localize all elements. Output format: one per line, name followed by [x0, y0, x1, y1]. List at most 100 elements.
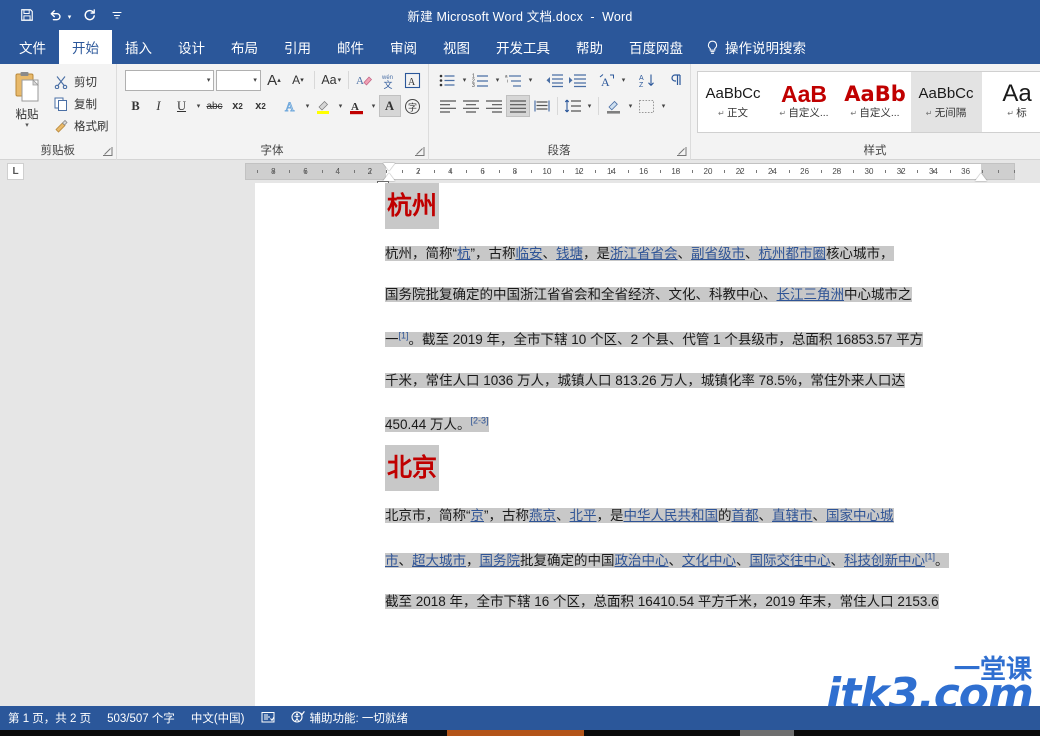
- document-link[interactable]: 国务院: [480, 553, 521, 568]
- multilevel-list-dropdown-icon[interactable]: ▾: [526, 69, 535, 91]
- tell-me-search[interactable]: 操作说明搜索: [696, 30, 816, 64]
- document-link[interactable]: 首都: [732, 508, 759, 523]
- document-link[interactable]: 钱塘: [556, 246, 583, 261]
- document-link[interactable]: 杭: [457, 246, 471, 261]
- shading-icon[interactable]: [603, 95, 625, 117]
- clear-formatting-icon[interactable]: A: [353, 69, 375, 91]
- right-indent-marker[interactable]: [975, 173, 987, 181]
- font-dialog-launcher-icon[interactable]: [414, 146, 425, 157]
- taskbar-item-2[interactable]: [740, 730, 794, 736]
- asian-layout-icon[interactable]: A: [596, 69, 618, 91]
- status-proofing[interactable]: [261, 710, 275, 727]
- tab-mailings[interactable]: 邮件: [324, 30, 377, 64]
- tab-view[interactable]: 视图: [430, 30, 483, 64]
- text-effects-icon[interactable]: A: [280, 95, 302, 117]
- reference-mark[interactable]: [2-3]: [471, 416, 489, 426]
- font-color-icon[interactable]: A: [346, 95, 368, 117]
- strikethrough-icon[interactable]: abc: [204, 95, 226, 117]
- document-link[interactable]: 长江三角洲: [777, 287, 845, 302]
- document-link[interactable]: 国家中心城: [826, 508, 894, 523]
- reference-mark[interactable]: [1]: [399, 330, 409, 340]
- tab-help[interactable]: 帮助: [563, 30, 616, 64]
- tab-review[interactable]: 审阅: [377, 30, 430, 64]
- document-line[interactable]: 国务院批复确定的中国浙江省省会和全省经济、文化、科教中心、长江三角洲中心城市之: [385, 274, 1025, 315]
- font-size-input[interactable]: ▾: [216, 69, 261, 91]
- italic-icon[interactable]: I: [148, 95, 170, 117]
- document-link[interactable]: 科技创新中心: [844, 553, 925, 568]
- document-link[interactable]: 北平: [570, 508, 597, 523]
- tab-selector-button[interactable]: L: [7, 163, 24, 180]
- document-line[interactable]: 千米，常住人口 1036 万人，城镇人口 813.26 万人，城镇化率 78.5…: [385, 360, 1025, 401]
- status-word-count[interactable]: 503/507 个字: [107, 710, 175, 726]
- horizontal-ruler[interactable]: 864224681012141618202224262830323436: [245, 163, 1015, 188]
- line-spacing-dropdown-icon[interactable]: ▾: [585, 95, 594, 117]
- bold-icon[interactable]: B: [125, 95, 147, 117]
- style-item-custom-2[interactable]: AaBb 自定义...: [840, 72, 911, 132]
- numbering-dropdown-icon[interactable]: ▾: [493, 69, 502, 91]
- phonetic-guide-icon[interactable]: wén 文: [377, 69, 399, 91]
- document-link[interactable]: 副省级市: [691, 246, 745, 261]
- selected-text[interactable]: 北京市，简称“京”，古称燕京、北平，是中华人民共和国的首都、直辖市、国家中心城: [385, 508, 894, 523]
- line-spacing-icon[interactable]: [562, 95, 584, 117]
- sort-icon[interactable]: AZ: [636, 69, 658, 91]
- document-line[interactable]: 市、超大城市，国务院批复确定的中国政治中心、文化中心、国际交往中心、科技创新中心…: [385, 536, 1025, 581]
- document-area[interactable]: 杭州杭州，简称“杭”，古称临安、钱塘，是浙江省省会、副省级市、杭州都市圈核心城市…: [0, 183, 1040, 706]
- borders-dropdown-icon[interactable]: ▾: [659, 95, 668, 117]
- underline-icon[interactable]: U: [171, 95, 193, 117]
- hanging-indent-marker[interactable]: [383, 173, 395, 181]
- align-right-icon[interactable]: [483, 95, 505, 117]
- document-heading-line[interactable]: 北京: [385, 445, 1025, 495]
- cut-button[interactable]: 剪切: [50, 72, 112, 91]
- font-name-dropdown-icon[interactable]: ▾: [207, 76, 211, 84]
- style-item-no-spacing[interactable]: AaBbCc 无间隔: [910, 72, 982, 132]
- align-center-icon[interactable]: [460, 95, 482, 117]
- increase-indent-icon[interactable]: [566, 69, 588, 91]
- document-heading[interactable]: 杭州: [385, 183, 440, 229]
- show-marks-icon[interactable]: [666, 69, 688, 91]
- document-heading[interactable]: 北京: [385, 445, 440, 491]
- multilevel-list-icon[interactable]: ai: [503, 69, 525, 91]
- document-line[interactable]: 一[1]。截至 2019 年，全市下辖 10 个区、2 个县、代管 1 个县级市…: [385, 315, 1025, 360]
- reference-mark[interactable]: [1]: [925, 551, 935, 561]
- asian-layout-dropdown-icon[interactable]: ▾: [619, 69, 628, 91]
- text-highlight-dropdown-icon[interactable]: ▾: [336, 95, 345, 117]
- text-effects-dropdown-icon[interactable]: ▾: [303, 95, 312, 117]
- document-line[interactable]: 北京市，简称“京”，古称燕京、北平，是中华人民共和国的首都、直辖市、国家中心城: [385, 495, 1025, 536]
- style-item-heading[interactable]: Aa 标: [982, 72, 1040, 132]
- document-link[interactable]: 浙江省省会: [610, 246, 678, 261]
- character-border-icon[interactable]: A: [401, 69, 423, 91]
- document-link[interactable]: 燕京: [529, 508, 556, 523]
- document-link[interactable]: 政治中心: [615, 553, 669, 568]
- document-heading-line[interactable]: 杭州: [385, 183, 1025, 233]
- paste-dropdown-icon[interactable]: ▾: [25, 122, 29, 129]
- style-item-normal[interactable]: AaBbCc 正文: [698, 72, 769, 132]
- font-name-input[interactable]: ▾: [124, 69, 215, 91]
- subscript-icon[interactable]: x2: [227, 95, 249, 117]
- clipboard-dialog-launcher-icon[interactable]: [102, 146, 113, 157]
- document-link[interactable]: 直辖市: [772, 508, 813, 523]
- document-link[interactable]: 京: [471, 508, 485, 523]
- document-line[interactable]: 截至 2018 年，全市下辖 16 个区，总面积 16410.54 平方千米，2…: [385, 581, 1025, 622]
- selected-text[interactable]: 国务院批复确定的中国浙江省省会和全省经济、文化、科教中心、长江三角洲中心城市之: [385, 287, 912, 302]
- tab-baidu-netdisk[interactable]: 百度网盘: [616, 30, 696, 64]
- selected-text[interactable]: 市、超大城市，国务院批复确定的中国政治中心、文化中心、国际交往中心、科技创新中心…: [385, 551, 949, 568]
- align-left-icon[interactable]: [437, 95, 459, 117]
- selected-text[interactable]: 截至 2018 年，全市下辖 16 个区，总面积 16410.54 平方千米，2…: [385, 593, 939, 609]
- change-case-icon[interactable]: Aa ▾: [320, 69, 343, 91]
- underline-dropdown-icon[interactable]: ▾: [194, 95, 203, 117]
- first-line-indent-marker[interactable]: [383, 163, 395, 171]
- document-paragraph[interactable]: 北京市，简称“京”，古称燕京、北平，是中华人民共和国的首都、直辖市、国家中心城市…: [385, 495, 1025, 622]
- enclose-characters-icon[interactable]: 字: [402, 95, 424, 117]
- numbering-icon[interactable]: 123: [470, 69, 492, 91]
- document-line[interactable]: 450.44 万人。[2-3]: [385, 401, 1025, 446]
- selected-text[interactable]: 杭州，简称“杭”，古称临安、钱塘，是浙江省省会、副省级市、杭州都市圈核心城市，: [385, 246, 894, 261]
- status-page-indicator[interactable]: 第 1 页，共 2 页: [8, 710, 91, 726]
- document-link[interactable]: 超大城市: [412, 553, 466, 568]
- shading-dropdown-icon[interactable]: ▾: [626, 95, 635, 117]
- paragraph-dialog-launcher-icon[interactable]: [676, 146, 687, 157]
- tab-references[interactable]: 引用: [271, 30, 324, 64]
- document-link[interactable]: 临安: [516, 246, 543, 261]
- taskbar-item-1[interactable]: [447, 730, 584, 736]
- document-link[interactable]: 市: [385, 553, 399, 568]
- shrink-font-icon[interactable]: A ▾: [287, 69, 309, 91]
